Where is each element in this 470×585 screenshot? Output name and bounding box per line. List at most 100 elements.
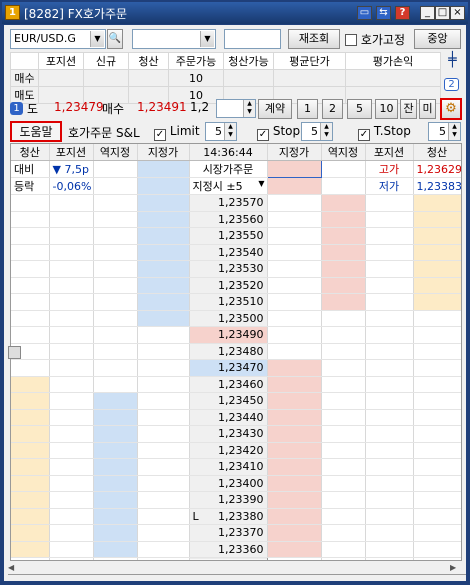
order-cell[interactable]: [321, 409, 366, 426]
price-cell[interactable]: 1,23410: [189, 458, 268, 476]
order-cell[interactable]: [49, 244, 94, 261]
order-cell[interactable]: [365, 343, 414, 360]
price-cell[interactable]: 1,23460: [189, 376, 268, 393]
order-cell[interactable]: [413, 508, 461, 525]
order-cell[interactable]: [49, 475, 94, 492]
order-cell[interactable]: [413, 442, 461, 459]
refresh-button[interactable]: 재조회: [288, 29, 340, 49]
order-cell[interactable]: [49, 541, 94, 558]
order-cell[interactable]: [267, 541, 322, 558]
order-cell[interactable]: [365, 293, 414, 311]
order-cell[interactable]: [267, 458, 322, 476]
order-cell[interactable]: [365, 524, 414, 542]
order-cell[interactable]: [413, 227, 461, 245]
order-cell[interactable]: [137, 376, 190, 393]
order-cell[interactable]: [321, 475, 366, 492]
order-cell[interactable]: [321, 392, 366, 410]
order-cell[interactable]: [365, 244, 414, 261]
order-cell[interactable]: [267, 475, 322, 492]
order-cell[interactable]: [49, 293, 94, 311]
order-cell[interactable]: [93, 244, 138, 261]
order-cell[interactable]: [137, 260, 190, 278]
order-cell[interactable]: [49, 458, 94, 476]
order-cell[interactable]: [413, 475, 461, 492]
order-cell[interactable]: [49, 194, 94, 212]
order-cell[interactable]: [321, 293, 366, 311]
order-cell[interactable]: [365, 326, 414, 344]
qty-1-button[interactable]: 1: [297, 99, 318, 119]
order-cell[interactable]: [93, 541, 138, 558]
order-cell[interactable]: [93, 376, 138, 393]
order-cell[interactable]: [321, 227, 366, 245]
order-cell[interactable]: [137, 227, 190, 245]
order-cell[interactable]: [321, 425, 366, 443]
price-cell[interactable]: 1,23570: [189, 194, 268, 212]
order-cell[interactable]: [413, 491, 461, 509]
order-cell[interactable]: [321, 194, 366, 212]
order-cell[interactable]: [321, 491, 366, 509]
order-cell[interactable]: [49, 343, 94, 360]
order-cell[interactable]: [267, 326, 322, 344]
link-icon[interactable]: ⇆: [376, 6, 391, 20]
order-cell[interactable]: [137, 425, 190, 443]
order-cell[interactable]: [321, 310, 366, 327]
buy-price[interactable]: 1,23491: [137, 100, 187, 114]
order-cell[interactable]: [11, 310, 50, 327]
order-cell[interactable]: [267, 277, 322, 294]
order-cell[interactable]: [49, 227, 94, 245]
order-cell[interactable]: [267, 194, 322, 212]
order-cell[interactable]: [321, 376, 366, 393]
checkbox-checked-icon[interactable]: ✓: [358, 129, 370, 141]
order-cell[interactable]: [11, 227, 50, 245]
order-cell[interactable]: [93, 227, 138, 245]
order-cell[interactable]: [365, 392, 414, 410]
center-button[interactable]: 중앙: [414, 29, 461, 49]
order-cell[interactable]: [11, 326, 50, 344]
help-button[interactable]: 도움말: [10, 121, 62, 142]
order-cell[interactable]: [365, 475, 414, 492]
order-cell[interactable]: [137, 326, 190, 344]
order-cell[interactable]: [93, 508, 138, 525]
account-select[interactable]: ▼: [132, 29, 216, 49]
order-cell[interactable]: [137, 310, 190, 327]
order-cell[interactable]: [267, 310, 322, 327]
order-cell[interactable]: [267, 524, 322, 542]
order-cell[interactable]: [365, 541, 414, 558]
order-cell[interactable]: [93, 524, 138, 542]
unfilled-button[interactable]: 미: [419, 99, 436, 119]
order-cell[interactable]: [267, 343, 322, 360]
order-cell[interactable]: [321, 244, 366, 261]
price-cell[interactable]: L 1,23380: [189, 508, 268, 525]
pin-icon[interactable]: ╪: [445, 52, 460, 102]
order-cell[interactable]: [93, 277, 138, 294]
order-cell[interactable]: [49, 524, 94, 542]
price-cell[interactable]: 1,23550: [189, 227, 268, 245]
order-cell[interactable]: [365, 211, 414, 228]
order-cell[interactable]: [321, 277, 366, 294]
order-cell[interactable]: [49, 211, 94, 228]
price-cell[interactable]: 1,23510: [189, 293, 268, 311]
order-cell[interactable]: [11, 442, 50, 459]
settings-icon[interactable]: ⚙: [440, 98, 462, 120]
price-cell[interactable]: 1,23400: [189, 475, 268, 492]
order-cell[interactable]: [93, 211, 138, 228]
checkbox-checked-icon[interactable]: ✓: [257, 129, 269, 141]
order-cell[interactable]: [93, 491, 138, 509]
price-cell[interactable]: 1,23440: [189, 409, 268, 426]
order-cell[interactable]: [413, 326, 461, 344]
qty-5-button[interactable]: 5: [347, 99, 372, 119]
order-cell[interactable]: [49, 359, 94, 377]
order-cell[interactable]: [413, 541, 461, 558]
order-cell[interactable]: [93, 260, 138, 278]
order-cell[interactable]: [365, 491, 414, 509]
order-cell[interactable]: [11, 475, 50, 492]
qty-2-button[interactable]: 2: [322, 99, 343, 119]
order-cell[interactable]: [321, 359, 366, 377]
order-cell[interactable]: [137, 194, 190, 212]
order-cell[interactable]: [137, 475, 190, 492]
order-cell[interactable]: [11, 293, 50, 311]
order-cell[interactable]: [11, 409, 50, 426]
order-cell[interactable]: [49, 409, 94, 426]
order-cell[interactable]: [137, 458, 190, 476]
price-cell[interactable]: 1,23490: [189, 326, 268, 344]
